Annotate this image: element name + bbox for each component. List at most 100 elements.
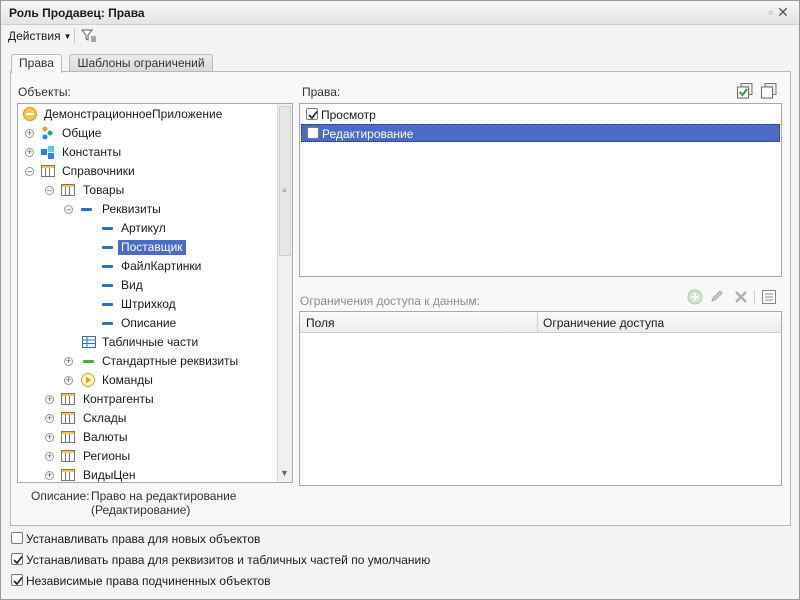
tree-node-label: Валюты xyxy=(83,430,128,444)
list-settings-icon[interactable] xyxy=(760,288,778,306)
attribute-icon xyxy=(81,208,92,211)
attribute-icon xyxy=(102,284,113,287)
option-label: Устанавливать права для реквизитов и таб… xyxy=(26,553,431,567)
restrictions-table[interactable]: Поля Ограничение доступа xyxy=(299,311,782,486)
tab-shablony-ogranicheniy[interactable]: Шаблоны ограничений xyxy=(69,54,213,72)
right-item-redaktirovanie[interactable]: Редактирование xyxy=(301,124,780,142)
expand-icon[interactable]: + xyxy=(45,471,54,480)
collapse-icon[interactable]: – xyxy=(64,205,73,214)
attribute-icon xyxy=(102,322,113,325)
filter-icon[interactable] xyxy=(80,27,98,45)
description-line-2: (Редактирование) xyxy=(91,503,191,517)
collapse-icon[interactable]: – xyxy=(45,186,54,195)
common-objects-icon xyxy=(42,126,53,140)
tree-node-label: Описание xyxy=(121,316,177,330)
tree-node-label: ДемонстрационноеПриложение xyxy=(44,107,223,121)
independent-rights-checkbox[interactable] xyxy=(11,574,23,586)
edit-icon[interactable] xyxy=(708,288,726,306)
catalog-icon xyxy=(61,450,75,462)
expand-icon[interactable]: + xyxy=(64,376,73,385)
restrictions-label: Ограничения доступа к данным: xyxy=(300,294,481,308)
tree-node-label: Артикул xyxy=(121,221,166,235)
actions-menu-label: Действия xyxy=(8,29,61,43)
attribute-icon xyxy=(102,303,113,306)
option-default-attributes[interactable]: Устанавливать права для реквизитов и таб… xyxy=(11,551,430,567)
tree-node-label: Вид xyxy=(121,278,143,292)
title-bar[interactable]: Роль Продавец: Права ○ ✕ xyxy=(1,1,799,25)
tree-node-label: Табличные части xyxy=(102,335,199,349)
uncheck-all-icon[interactable] xyxy=(760,82,778,100)
catalog-icon xyxy=(61,184,75,196)
attribute-icon xyxy=(102,246,113,249)
tree-node-label: Стандартные реквизиты xyxy=(102,354,239,368)
rights-label: Права: xyxy=(302,85,341,99)
tree-node-label: Штрихкод xyxy=(121,297,176,311)
pin-icon[interactable]: ○ xyxy=(768,8,773,17)
command-icon xyxy=(81,373,95,387)
tree-node-label: ВидыЦен xyxy=(83,468,136,482)
attribute-icon xyxy=(102,265,113,268)
catalog-icon xyxy=(61,412,75,424)
tree-node-label: Константы xyxy=(62,145,122,159)
collapse-icon[interactable]: – xyxy=(25,167,34,176)
tree-node-label: Товары xyxy=(83,183,125,197)
option-independent-rights[interactable]: Независимые права подчиненных объектов xyxy=(11,572,271,588)
column-header-polya[interactable]: Поля xyxy=(306,316,335,330)
check-all-icon[interactable] xyxy=(736,82,754,100)
expand-icon[interactable]: + xyxy=(45,414,54,423)
toolbar-separator xyxy=(754,290,755,304)
constants-icon xyxy=(41,146,54,159)
catalog-icon xyxy=(61,431,75,443)
right-item-label: Редактирование xyxy=(322,127,414,141)
column-separator[interactable] xyxy=(537,312,538,333)
expand-icon[interactable]: + xyxy=(25,129,34,138)
tree-node-label: Реквизиты xyxy=(102,202,161,216)
tree-node-label: Регионы xyxy=(83,449,131,463)
default-attributes-checkbox[interactable] xyxy=(11,553,23,565)
expand-icon[interactable]: + xyxy=(45,452,54,461)
tab-prava[interactable]: Права xyxy=(11,54,62,73)
expand-icon[interactable]: + xyxy=(25,148,34,157)
attribute-icon xyxy=(102,227,113,230)
add-restriction-icon[interactable] xyxy=(686,288,704,306)
expand-icon[interactable]: + xyxy=(64,357,73,366)
rights-list[interactable]: Просмотр Редактирование xyxy=(299,103,782,277)
right-item-prosmotr[interactable]: Просмотр xyxy=(301,106,780,124)
objects-tree[interactable]: ДемонстрационноеПриложение + Общие + Кон… xyxy=(17,103,293,483)
tree-node-label-selected: Поставщик xyxy=(118,240,186,255)
prosmotr-checkbox[interactable] xyxy=(306,108,318,120)
scrollbar-thumb[interactable] xyxy=(279,106,291,256)
catalog-icon xyxy=(41,165,55,177)
scroll-grip-icon: ≡ xyxy=(282,186,287,195)
new-objects-checkbox[interactable] xyxy=(11,532,23,544)
right-item-label: Просмотр xyxy=(321,108,376,122)
tree-node-label: ФайлКартинки xyxy=(121,259,202,273)
column-header-ogranichenie[interactable]: Ограничение доступа xyxy=(543,316,664,330)
catalog-icon xyxy=(61,469,75,481)
actions-menu-button[interactable]: Действия ▼ xyxy=(8,28,72,44)
tree-node-label: Справочники xyxy=(62,164,135,178)
expand-icon[interactable]: + xyxy=(45,433,54,442)
restrictions-table-header: Поля Ограничение доступа xyxy=(300,312,781,333)
option-new-objects[interactable]: Устанавливать права для новых объектов xyxy=(11,530,271,546)
configuration-icon xyxy=(23,107,37,121)
option-label: Устанавливать права для новых объектов xyxy=(26,532,261,546)
dropdown-arrow-icon: ▼ xyxy=(63,32,72,41)
tab-prava-label: Права xyxy=(19,56,54,70)
expand-icon[interactable]: + xyxy=(45,395,54,404)
scroll-down-arrow-icon[interactable]: ▼ xyxy=(280,468,289,478)
description-line-1: Право на редактирование xyxy=(91,489,237,503)
delete-icon[interactable] xyxy=(732,288,750,306)
role-rights-window: Роль Продавец: Права ○ ✕ Действия ▼ Права… xyxy=(0,0,800,600)
tab-shablony-label: Шаблоны ограничений xyxy=(77,56,205,70)
tabular-section-icon xyxy=(82,336,96,348)
tree-scrollbar[interactable]: ≡ ▼ xyxy=(277,104,292,482)
redaktirovanie-checkbox[interactable] xyxy=(307,127,319,139)
description-text: Право на редактирование (Редактирование) xyxy=(91,489,236,517)
close-icon[interactable]: ✕ xyxy=(775,4,791,20)
tree-node-label: Общие xyxy=(62,126,102,140)
standard-attribute-icon xyxy=(83,360,94,363)
objects-label: Объекты: xyxy=(18,85,71,99)
toolbar-separator xyxy=(74,28,75,44)
option-label: Независимые права подчиненных объектов xyxy=(26,574,271,588)
